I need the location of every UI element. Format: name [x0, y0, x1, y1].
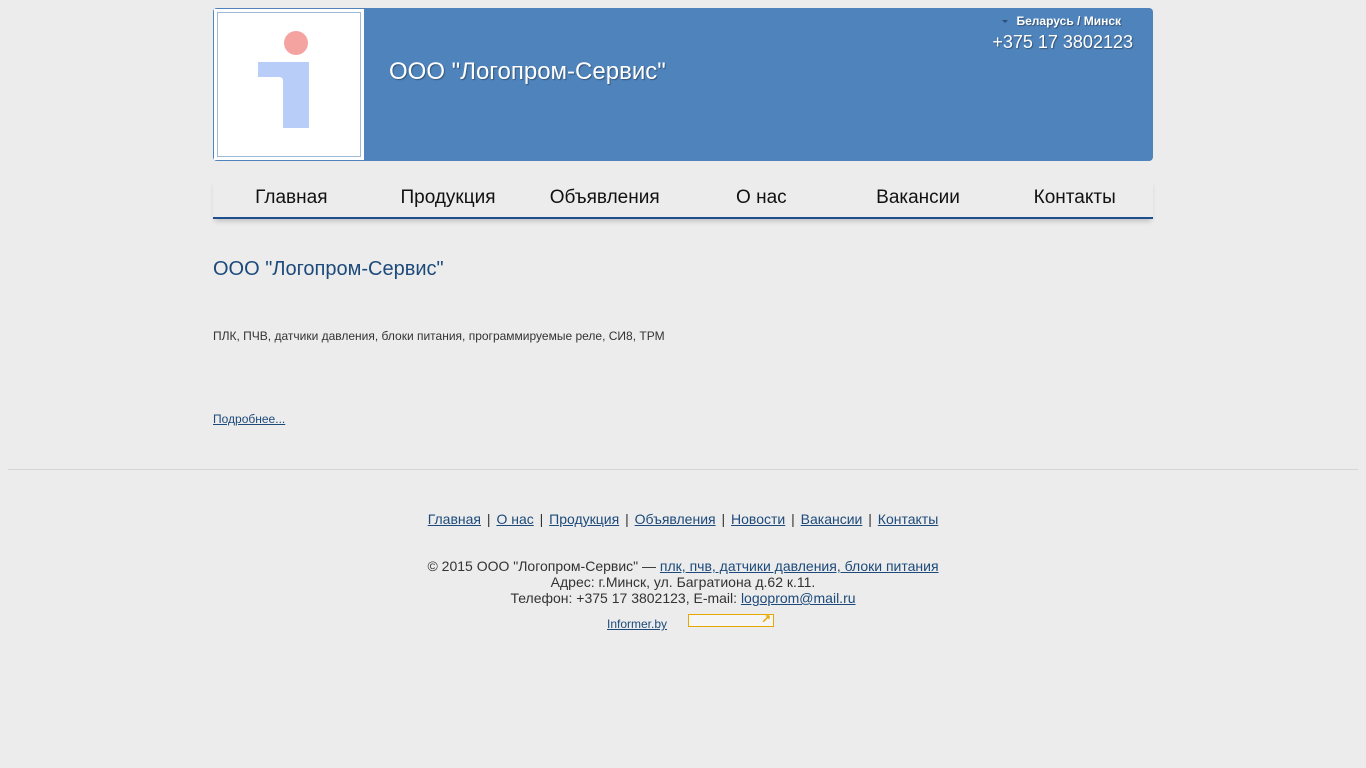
informer-banner[interactable]: ↗ [688, 612, 774, 627]
informer-link[interactable]: Informer.by [607, 617, 667, 631]
footer-link-home[interactable]: Главная [428, 511, 481, 527]
site-header: ООО "Логопром-Сервис" Беларусь / Минск +… [213, 8, 1153, 161]
footer-link-products[interactable]: Продукция [549, 511, 619, 527]
footer-nav: Главная | О нас | Продукция | Объявления… [0, 511, 1366, 527]
nav-item-products[interactable]: Продукция [370, 179, 527, 217]
company-logo[interactable] [214, 9, 364, 160]
main-nav: Главная Продукция Объявления О нас Вакан… [213, 179, 1153, 219]
phone-email-text: Телефон: +375 17 3802123, E-mail: [510, 590, 741, 606]
more-link[interactable]: Подробнее... [213, 412, 285, 426]
footer-link-news[interactable]: Новости [731, 511, 785, 527]
chevron-down-icon [1001, 20, 1008, 24]
nav-item-announcements[interactable]: Объявления [526, 179, 683, 217]
region-selector[interactable]: Беларусь / Минск [1001, 14, 1122, 28]
nav-item-about[interactable]: О нас [683, 179, 840, 217]
page-wrapper: ООО "Логопром-Сервис" Беларусь / Минск +… [213, 8, 1153, 428]
company-description: ПЛК, ПЧВ, датчики давления, блоки питани… [213, 329, 665, 343]
email-link[interactable]: logoprom@mail.ru [741, 590, 856, 606]
footer-separator: | [721, 511, 726, 527]
footer-link-contacts[interactable]: Контакты [878, 511, 938, 527]
arrow-up-right-icon: ↗ [760, 612, 771, 626]
page-title: ООО "Логопром-Сервис" [213, 258, 444, 280]
region-label: Беларусь / Минск [1016, 14, 1122, 28]
footer-separator: | [486, 511, 491, 527]
footer-link-about[interactable]: О нас [496, 511, 533, 527]
footer-separator: | [791, 511, 795, 527]
nav-item-vacancies[interactable]: Вакансии [840, 179, 997, 217]
logo-i-icon [258, 31, 309, 128]
address-line: Адрес: г.Минск, ул. Багратиона д.62 к.11… [550, 574, 816, 590]
contact-line: Телефон: +375 17 3802123, E-mail: logopr… [0, 590, 1366, 606]
copyright-text: © 2015 ООО "Логопром-Сервис" — [427, 558, 660, 574]
footer-separator: | [539, 511, 544, 527]
footer-link-vacancies[interactable]: Вакансии [801, 511, 863, 527]
header-phone: +375 17 3802123 [992, 32, 1133, 52]
copyright-line: © 2015 ООО "Логопром-Сервис" — плк, пчв,… [0, 558, 1366, 574]
copyright-keywords-link[interactable]: плк, пчв, датчики давления, блоки питани… [660, 558, 939, 574]
footer-separator: | [868, 511, 872, 527]
nav-item-contacts[interactable]: Контакты [996, 179, 1153, 217]
company-name: ООО "Логопром-Сервис" [389, 58, 666, 85]
site-footer: Главная | О нас | Продукция | Объявления… [0, 511, 1366, 634]
nav-item-home[interactable]: Главная [213, 179, 370, 217]
informer-widget: Informer.by ↗ [0, 612, 1366, 634]
footer-info: © 2015 ООО "Логопром-Сервис" — плк, пчв,… [0, 558, 1366, 606]
footer-link-announcements[interactable]: Объявления [635, 511, 716, 527]
footer-separator: | [625, 511, 629, 527]
footer-divider [8, 469, 1358, 470]
